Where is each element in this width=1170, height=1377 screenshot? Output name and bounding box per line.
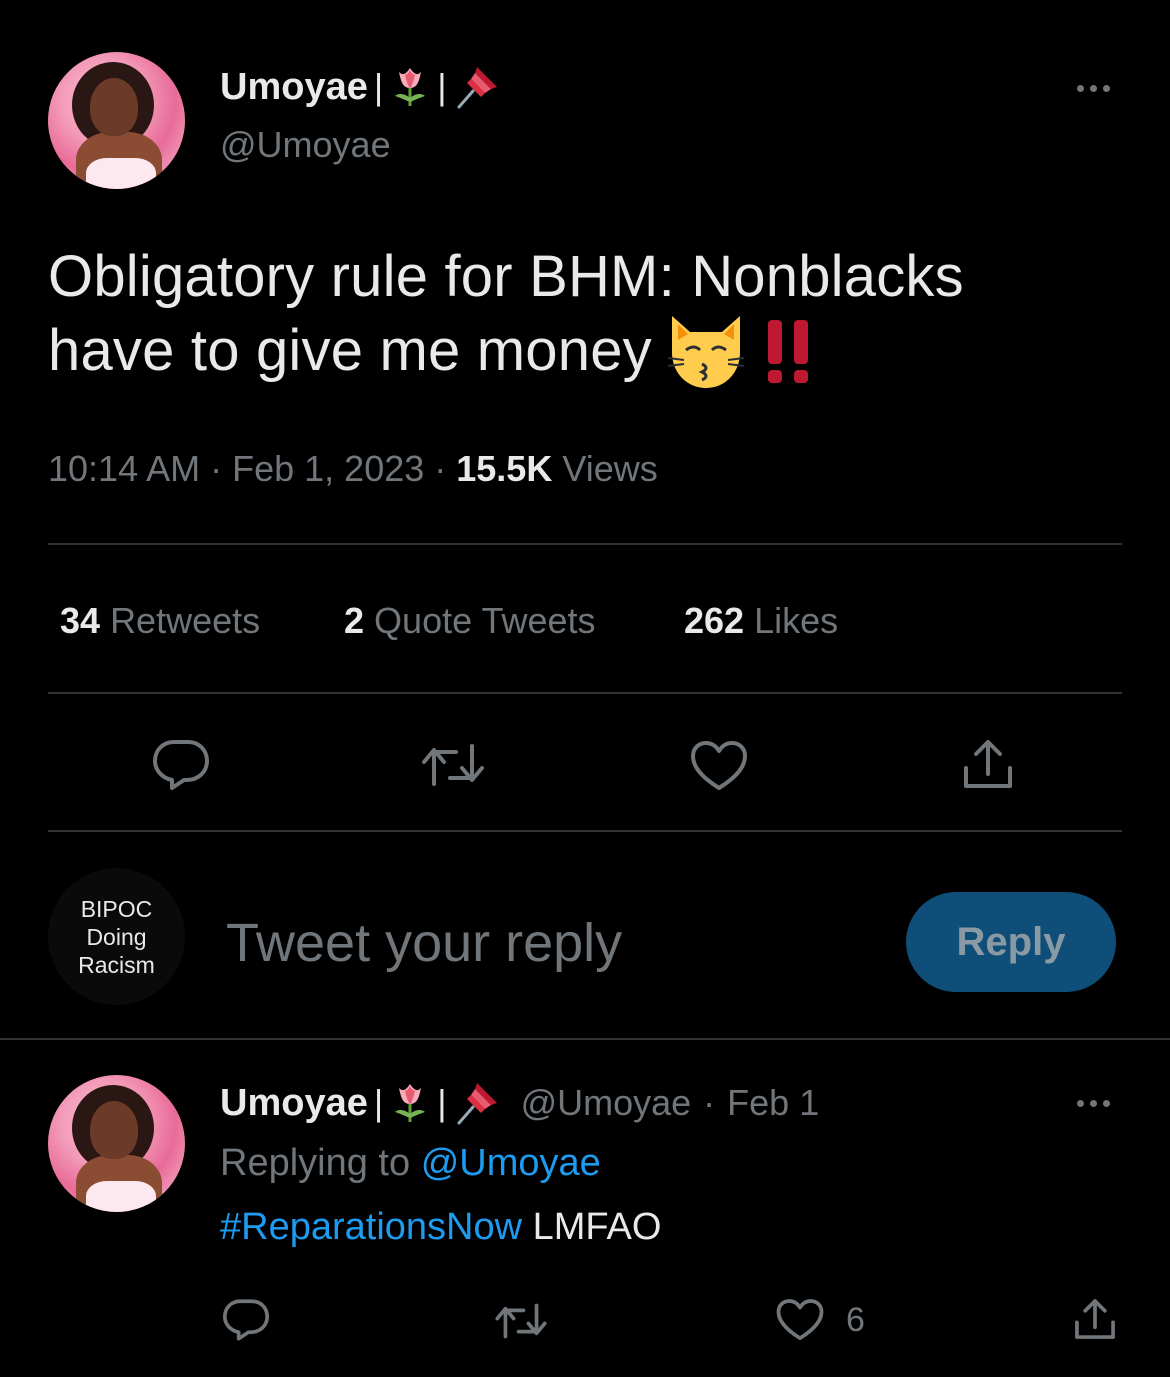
meta-dot: · <box>703 1082 716 1123</box>
hashtag-link[interactable]: #ReparationsNow <box>220 1206 522 1248</box>
more-icon[interactable] <box>1077 1100 1110 1107</box>
more-icon[interactable] <box>1077 85 1110 92</box>
like-icon[interactable] <box>776 1298 824 1342</box>
pushpin-emoji-icon <box>453 1079 501 1127</box>
author-handle[interactable]: @Umoyae <box>220 124 391 166</box>
author-name-row[interactable]: Umoyae | | <box>220 62 501 112</box>
divider <box>48 830 1122 832</box>
tweet-text: Obligatory rule for BHM: Nonblacks have … <box>48 242 1138 390</box>
views-count: 15.5K <box>456 448 553 489</box>
meta-dot: · <box>210 448 223 489</box>
retweets-count: 34 <box>60 600 101 641</box>
tweet-date[interactable]: Feb 1, 2023 <box>232 448 424 490</box>
meta-dot: · <box>434 448 447 489</box>
tulip-emoji-icon <box>389 66 431 108</box>
tweet-text-line-1: Obligatory rule for BHM: Nonblacks <box>48 244 964 309</box>
reply-date[interactable]: Feb 1 <box>727 1082 819 1124</box>
divider <box>48 692 1122 694</box>
kissing-cat-emoji-icon <box>664 312 748 390</box>
name-separator: | <box>437 66 447 107</box>
name-separator: | <box>373 66 384 107</box>
reply-author-display-name[interactable]: Umoyae <box>220 1082 368 1125</box>
tweet-time[interactable]: 10:14 AM <box>48 448 200 490</box>
author-avatar[interactable] <box>48 52 185 189</box>
avatar-text-line: BIPOC <box>80 895 153 922</box>
retweet-icon[interactable] <box>494 1302 548 1340</box>
reply-author-row: Umoyae | | @Umoyae · Feb 1 <box>220 1078 819 1128</box>
name-separator: | <box>437 1082 447 1123</box>
divider <box>48 543 1122 545</box>
name-separator: | <box>373 1082 384 1123</box>
likes-count: 262 <box>684 600 745 641</box>
reply-like[interactable]: 6 <box>776 1298 865 1342</box>
reply-author-avatar[interactable] <box>48 1075 185 1212</box>
quote-tweets-stat[interactable]: 2 Quote Tweets <box>344 600 596 642</box>
views-label: Views <box>562 448 658 489</box>
reply-icon[interactable] <box>152 738 210 792</box>
views[interactable]: 15.5K Views <box>456 448 657 490</box>
likes-stat[interactable]: 262 Likes <box>684 600 838 642</box>
tweet-meta: 10:14 AM · Feb 1, 2023 · 15.5K Views <box>48 448 658 490</box>
tweet-text-line-2: have to give me money <box>48 312 1138 390</box>
retweets-label: Retweets <box>110 600 261 641</box>
double-exclamation-icon <box>760 316 820 386</box>
share-icon[interactable] <box>1072 1296 1118 1342</box>
reply-button[interactable]: Reply <box>906 892 1116 992</box>
replying-to: Replying to @Umoyae <box>220 1142 601 1185</box>
avatar-text-line: Doing <box>86 923 147 950</box>
share-icon[interactable] <box>960 736 1016 792</box>
reply-like-count: 6 <box>846 1300 865 1339</box>
reply-input[interactable]: Tweet your reply <box>226 912 622 974</box>
tweet-text-line-2-text: have to give me money <box>48 318 652 383</box>
reply-tweet-text: #ReparationsNow LMFAO <box>220 1206 661 1249</box>
replying-to-label: Replying to <box>220 1142 411 1184</box>
quotes-count: 2 <box>344 600 365 641</box>
like-icon[interactable] <box>690 740 748 792</box>
current-user-avatar[interactable]: BIPOC Doing Racism <box>48 868 185 1005</box>
pushpin-emoji-icon <box>453 63 501 111</box>
reply-icon[interactable] <box>222 1298 270 1342</box>
reply-author-handle[interactable]: @Umoyae <box>521 1082 692 1124</box>
replying-to-handle-link[interactable]: @Umoyae <box>421 1142 601 1184</box>
author-display-name[interactable]: Umoyae <box>220 66 368 109</box>
avatar-text-line: Racism <box>78 951 155 978</box>
divider <box>0 1038 1170 1040</box>
tulip-emoji-icon <box>389 1082 431 1124</box>
retweets-stat[interactable]: 34 Retweets <box>60 600 260 642</box>
likes-label: Likes <box>754 600 839 641</box>
reply-text: LMFAO <box>532 1206 662 1248</box>
retweet-icon[interactable] <box>420 742 486 788</box>
quotes-label: Quote Tweets <box>374 600 596 641</box>
